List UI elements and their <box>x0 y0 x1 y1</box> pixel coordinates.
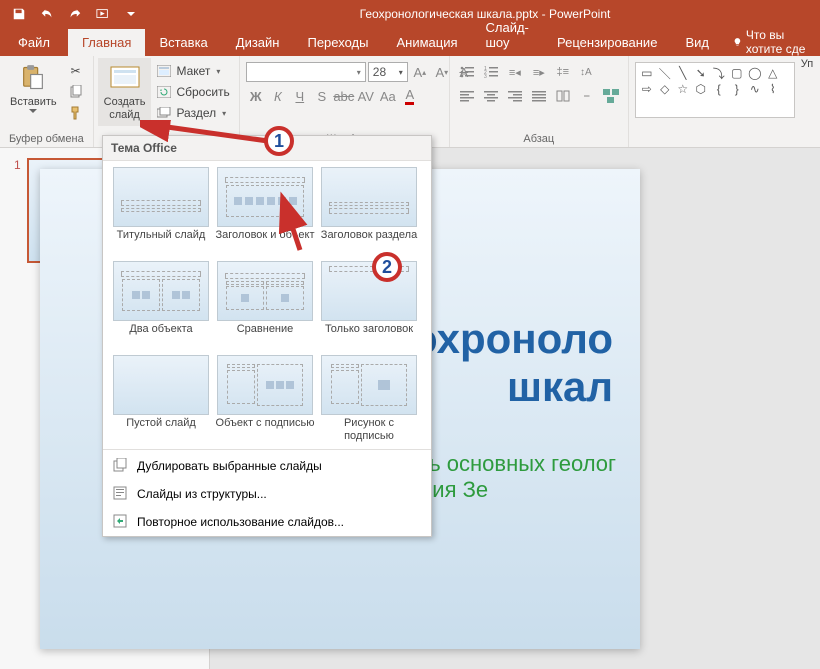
new-slide-icon <box>109 62 141 94</box>
arrange-button[interactable]: Уп <box>801 58 813 70</box>
group-paragraph: 123 ≡◂ ≡▸ ‡≡ ↕A ⎯ Абзац <box>450 56 629 147</box>
reuse-slides-item[interactable]: Повторное использование слайдов... <box>103 508 431 536</box>
tab-home[interactable]: Главная <box>68 29 145 56</box>
ribbon-tabs: Файл Главная Вставка Дизайн Переходы Ани… <box>0 28 820 56</box>
shape-connector-icon[interactable]: ⤵ <box>710 65 728 81</box>
group-label-paragraph: Абзац <box>454 131 624 147</box>
align-center-button[interactable] <box>480 86 502 106</box>
callout-2: 2 <box>372 252 402 282</box>
tab-transitions[interactable]: Переходы <box>293 29 382 56</box>
chevron-down-icon <box>29 109 37 114</box>
shape-oval-icon[interactable]: ◯ <box>746 65 764 81</box>
shape-freeform-icon[interactable]: ⌇ <box>764 81 782 97</box>
copy-button[interactable] <box>65 83 87 101</box>
svg-text:↕A: ↕A <box>580 67 592 78</box>
shape-curve-icon[interactable]: ∿ <box>746 81 764 97</box>
redo-button[interactable] <box>64 3 86 25</box>
layout-icon <box>156 63 172 79</box>
tab-slideshow[interactable]: Слайд-шоу <box>472 14 544 56</box>
group-label-clipboard: Буфер обмена <box>4 131 89 147</box>
tell-me-search[interactable]: Что вы хотите сде <box>723 28 820 56</box>
save-button[interactable] <box>8 3 30 25</box>
lightbulb-icon <box>733 35 742 49</box>
shape-triangle-icon[interactable]: △ <box>764 65 782 81</box>
group-drawing: ▭ ＼ ╲ ➘ ⤵ ▢ ◯ △ ⇨ ◇ ☆ ⬡ { } ∿ ⌇ Уп <box>629 56 820 147</box>
decrease-indent-button[interactable]: ≡◂ <box>504 62 526 82</box>
quick-access-toolbar <box>0 3 150 25</box>
reset-icon <box>156 84 172 100</box>
increase-indent-button[interactable]: ≡▸ <box>528 62 550 82</box>
callout-1: 1 <box>264 126 294 156</box>
outline-icon <box>113 486 129 502</box>
shapes-gallery[interactable]: ▭ ＼ ╲ ➘ ⤵ ▢ ◯ △ ⇨ ◇ ☆ ⬡ { } ∿ ⌇ <box>635 62 795 118</box>
numbering-button[interactable]: 123 <box>480 62 502 82</box>
svg-text:3: 3 <box>484 74 487 78</box>
reuse-icon <box>113 514 129 530</box>
tab-insert[interactable]: Вставка <box>145 29 221 56</box>
bold-button[interactable]: Ж <box>246 86 266 106</box>
tab-animation[interactable]: Анимация <box>382 29 471 56</box>
section-icon <box>156 105 172 121</box>
align-text-button[interactable]: ⎯ <box>576 86 598 106</box>
copy-icon <box>68 84 84 100</box>
char-spacing-button[interactable]: AV <box>356 86 376 106</box>
shape-line2-icon[interactable]: ╲ <box>674 65 692 81</box>
paste-button[interactable]: Вставить <box>4 58 63 118</box>
smartart-button[interactable] <box>600 86 622 106</box>
layout-section-header[interactable]: Заголовок раздела <box>319 167 419 257</box>
tab-review[interactable]: Рецензирование <box>543 29 671 56</box>
bullets-button[interactable] <box>456 62 478 82</box>
layout-blank[interactable]: Пустой слайд <box>111 355 211 445</box>
italic-button[interactable]: К <box>268 86 288 106</box>
shape-textbox-icon[interactable]: ▭ <box>638 65 656 81</box>
shape-brace-icon[interactable]: { <box>710 81 728 97</box>
slides-from-outline-item[interactable]: Слайды из структуры... <box>103 480 431 508</box>
line-spacing-button[interactable]: ‡≡ <box>552 62 574 82</box>
shape-hex-icon[interactable]: ⬡ <box>692 81 710 97</box>
cut-button[interactable]: ✂ <box>65 62 87 80</box>
layout-title-only[interactable]: Только заголовок <box>319 261 419 351</box>
format-painter-button[interactable] <box>65 104 87 122</box>
shape-arrow-right-icon[interactable]: ⇨ <box>638 81 656 97</box>
tab-design[interactable]: Дизайн <box>222 29 294 56</box>
text-direction-button[interactable]: ↕A <box>576 62 598 82</box>
duplicate-icon <box>113 458 129 474</box>
font-size-combo[interactable]: 28▾ <box>368 62 408 82</box>
tab-view[interactable]: Вид <box>671 29 723 56</box>
increase-font-button[interactable]: A▴ <box>410 62 430 82</box>
font-name-combo[interactable]: ▾ <box>246 62 366 82</box>
align-right-button[interactable] <box>504 86 526 106</box>
shape-arrow-icon[interactable]: ➘ <box>692 65 710 81</box>
shape-line-icon[interactable]: ＼ <box>656 65 674 81</box>
columns-button[interactable] <box>552 86 574 106</box>
change-case-button[interactable]: Aa <box>378 86 398 106</box>
shape-star-icon[interactable]: ☆ <box>674 81 692 97</box>
title-bar: Геохронологическая шкала.pptx - PowerPoi… <box>0 0 820 28</box>
new-slide-button[interactable]: Создать слайд <box>98 58 152 126</box>
strikethrough-button[interactable]: abc <box>334 86 354 106</box>
shape-rect-icon[interactable]: ▢ <box>728 65 746 81</box>
brush-icon <box>68 105 84 121</box>
layout-picture-caption[interactable]: Рисунок с подписью <box>319 355 419 445</box>
font-color-button[interactable]: A <box>400 86 420 106</box>
undo-button[interactable] <box>36 3 58 25</box>
group-clipboard: Вставить ✂ Буфер обмена <box>0 56 94 147</box>
justify-button[interactable] <box>528 86 550 106</box>
layout-button[interactable]: Макет▾ <box>153 62 232 80</box>
shape-diamond-icon[interactable]: ◇ <box>656 81 674 97</box>
shadow-button[interactable]: S <box>312 86 332 106</box>
duplicate-slides-item[interactable]: Дублировать выбранные слайды <box>103 452 431 480</box>
underline-button[interactable]: Ч <box>290 86 310 106</box>
layout-content-caption[interactable]: Объект с подписью <box>215 355 315 445</box>
start-from-beginning-button[interactable] <box>92 3 114 25</box>
shape-brace2-icon[interactable]: } <box>728 81 746 97</box>
scissors-icon: ✂ <box>68 63 84 79</box>
align-left-button[interactable] <box>456 86 478 106</box>
paste-icon <box>17 62 49 94</box>
qat-more-button[interactable] <box>120 3 142 25</box>
reset-button[interactable]: Сбросить <box>153 83 232 101</box>
decrease-font-button[interactable]: A▾ <box>432 62 452 82</box>
tab-file[interactable]: Файл <box>0 29 68 56</box>
